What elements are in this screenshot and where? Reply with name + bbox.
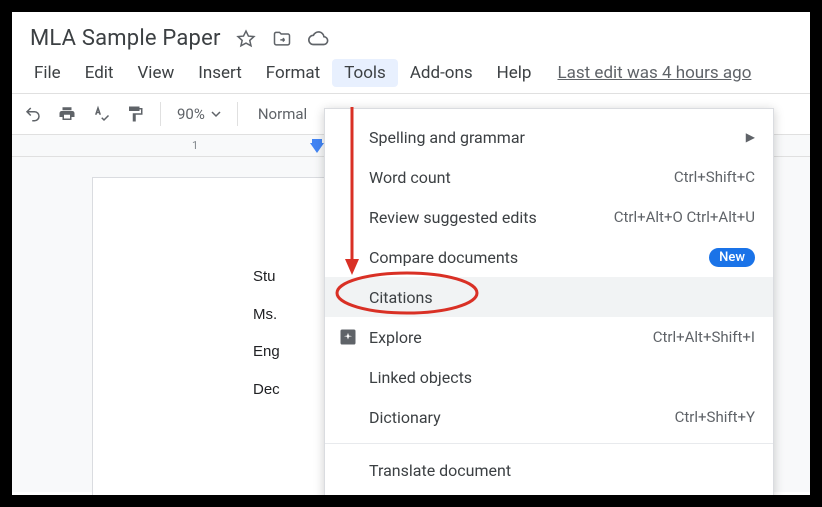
last-edit-link[interactable]: Last edit was 4 hours ago: [557, 63, 751, 83]
menu-file[interactable]: File: [22, 59, 73, 87]
left-indent-marker[interactable]: [310, 143, 324, 153]
blank-icon: [337, 166, 359, 188]
paint-format-icon[interactable]: [120, 99, 150, 129]
style-value: Normal: [258, 105, 307, 123]
menu-insert[interactable]: Insert: [186, 59, 254, 87]
star-icon[interactable]: [235, 28, 257, 50]
keyboard-shortcut: Ctrl+Shift+C: [674, 168, 755, 186]
chevron-down-icon: [211, 109, 221, 119]
app-frame: MLA Sample Paper File Edit View Insert F…: [12, 12, 810, 495]
keyboard-shortcut: Ctrl+Shift+Y: [675, 408, 755, 426]
blank-icon: [337, 126, 359, 148]
menu-format[interactable]: Format: [254, 59, 332, 87]
submenu-arrow-icon: ▶: [746, 130, 755, 144]
menu-translate-document[interactable]: Translate document: [325, 450, 773, 490]
menu-item-label: Linked objects: [369, 368, 755, 387]
zoom-dropdown[interactable]: 90%: [171, 105, 227, 123]
menu-help[interactable]: Help: [485, 59, 544, 87]
menu-item-label: Word count: [369, 168, 664, 187]
move-folder-icon[interactable]: [271, 28, 293, 50]
menu-linked-objects[interactable]: Linked objects: [325, 357, 773, 397]
menu-item-label: Citations: [369, 288, 755, 307]
document-title[interactable]: MLA Sample Paper: [30, 26, 221, 51]
keyboard-shortcut: Ctrl+Alt+O Ctrl+Alt+U: [614, 208, 755, 226]
menu-review-suggested-edits[interactable]: Review suggested edits Ctrl+Alt+O Ctrl+A…: [325, 197, 773, 237]
new-badge: New: [709, 248, 755, 267]
menu-item-label: Translate document: [369, 461, 755, 480]
menu-item-label: Dictionary: [369, 408, 665, 427]
undo-icon[interactable]: [18, 99, 48, 129]
menu-word-count[interactable]: Word count Ctrl+Shift+C: [325, 157, 773, 197]
menubar: File Edit View Insert Format Tools Add-o…: [12, 55, 810, 93]
toolbar-separator: [237, 102, 238, 126]
menu-tools[interactable]: Tools: [332, 59, 398, 87]
menu-item-label: Explore: [369, 328, 643, 347]
menu-edit[interactable]: Edit: [73, 59, 126, 87]
paragraph-style-dropdown[interactable]: Normal: [248, 105, 317, 123]
blank-icon: [337, 406, 359, 428]
keyboard-shortcut: Ctrl+Alt+Shift+I: [653, 328, 755, 346]
menu-spelling-grammar[interactable]: Spelling and grammar ▶: [325, 117, 773, 157]
blank-icon: [337, 459, 359, 481]
menu-view[interactable]: View: [125, 59, 186, 87]
menu-item-label: Compare documents: [369, 248, 699, 267]
menu-item-label: Review suggested edits: [369, 208, 604, 227]
menu-compare-documents[interactable]: Compare documents New: [325, 237, 773, 277]
explore-icon: [337, 326, 359, 348]
cloud-status-icon[interactable]: [307, 28, 329, 50]
menu-addons[interactable]: Add-ons: [398, 59, 485, 87]
blank-icon: [337, 286, 359, 308]
menu-dictionary[interactable]: Dictionary Ctrl+Shift+Y: [325, 397, 773, 437]
print-icon[interactable]: [52, 99, 82, 129]
title-row: MLA Sample Paper: [12, 12, 810, 55]
menu-separator: [325, 443, 773, 444]
toolbar-separator: [160, 102, 161, 126]
tools-dropdown: Spelling and grammar ▶ Word count Ctrl+S…: [324, 108, 774, 495]
menu-explore[interactable]: Explore Ctrl+Alt+Shift+I: [325, 317, 773, 357]
menu-item-label: Spelling and grammar: [369, 128, 736, 147]
spellcheck-icon[interactable]: [86, 99, 116, 129]
blank-icon: [337, 206, 359, 228]
blank-icon: [337, 366, 359, 388]
blank-icon: [337, 246, 359, 268]
zoom-value: 90%: [177, 105, 205, 123]
menu-citations[interactable]: Citations: [325, 277, 773, 317]
ruler-tick-1: 1: [192, 139, 198, 152]
